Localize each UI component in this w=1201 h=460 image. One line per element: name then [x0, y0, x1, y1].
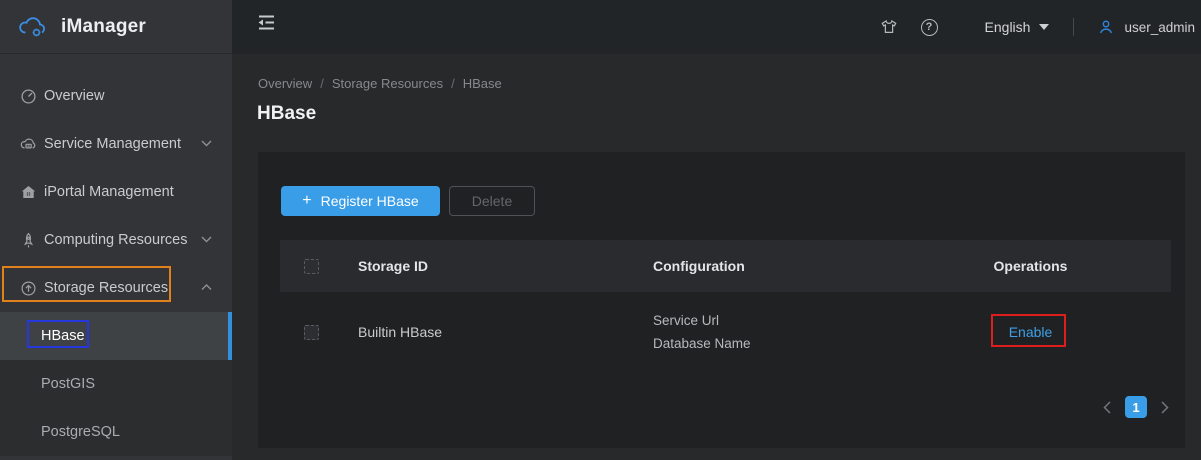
topbar-divider: [1073, 18, 1074, 36]
enable-link[interactable]: Enable: [1009, 324, 1053, 340]
sidebar-item-label: Overview: [44, 88, 104, 104]
imanager-app: iManager Overview S: [0, 0, 1201, 460]
sidebar-subitem-postgresql[interactable]: PostgreSQL: [0, 408, 232, 456]
sidebar-item-iportal-management[interactable]: iPortal Management: [0, 168, 232, 216]
row-checkbox[interactable]: [304, 325, 319, 340]
sidebar-nav: Overview Service Management: [0, 54, 232, 456]
gauge-icon: [20, 88, 37, 105]
header-storage-id: Storage ID: [358, 258, 653, 274]
rocket-icon: [20, 232, 37, 249]
breadcrumb: Overview / Storage Resources / HBase: [258, 76, 502, 91]
breadcrumb-storage-resources[interactable]: Storage Resources: [332, 76, 443, 91]
sidebar-item-computing-resources[interactable]: Computing Resources: [0, 216, 232, 264]
register-hbase-label: Register HBase: [321, 193, 419, 209]
language-selector[interactable]: English: [985, 19, 1050, 35]
chevron-right-icon[interactable]: [1161, 401, 1169, 414]
cloud-server-icon: [20, 136, 37, 153]
sidebar-item-overview[interactable]: Overview: [0, 72, 232, 120]
home-globe-icon: [20, 184, 37, 201]
chevron-left-icon[interactable]: [1103, 401, 1111, 414]
sidebar-subitem-label: PostGIS: [41, 376, 95, 392]
row-checkbox-cell: [280, 325, 358, 340]
help-icon[interactable]: ?: [921, 19, 938, 36]
delete-button[interactable]: Delete: [449, 186, 535, 216]
pagination: 1: [1103, 396, 1169, 418]
sidebar-subitem-label: PostgreSQL: [41, 424, 120, 440]
breadcrumb-separator: /: [320, 76, 324, 91]
sidebar-subitem-postgis[interactable]: PostGIS: [0, 360, 232, 408]
table-row: Builtin HBase Service Url Database Name …: [280, 292, 1171, 372]
configuration-cell: Service Url Database Name: [653, 309, 890, 355]
chevron-down-icon: [201, 140, 212, 147]
config-service-url: Service Url: [653, 309, 890, 332]
header-operations: Operations: [890, 258, 1171, 274]
app-title: iManager: [61, 16, 146, 38]
tshirt-icon[interactable]: [880, 19, 898, 35]
storage-resources-submenu: HBase PostGIS PostgreSQL: [0, 312, 232, 456]
cloud-upload-icon: [20, 280, 37, 297]
user-menu[interactable]: user_admin: [1098, 19, 1195, 35]
username-label: user_admin: [1124, 20, 1195, 35]
sidebar-item-label: Computing Resources: [44, 232, 187, 248]
person-icon: [1098, 19, 1114, 35]
toolbar: + Register HBase Delete: [281, 186, 535, 216]
app-logo: iManager: [0, 0, 232, 54]
sidebar-item-service-management[interactable]: Service Management: [0, 120, 232, 168]
sidebar-item-label: Service Management: [44, 136, 181, 152]
storage-id-cell: Builtin HBase: [358, 324, 653, 340]
operations-cell: Enable: [890, 324, 1171, 340]
content-panel: + Register HBase Delete Storage ID Confi…: [258, 152, 1185, 448]
config-database-name: Database Name: [653, 332, 890, 355]
sidebar: iManager Overview S: [0, 0, 232, 460]
sidebar-subitem-hbase[interactable]: HBase: [0, 312, 232, 360]
sidebar-item-label: iPortal Management: [44, 184, 174, 200]
menu-fold-icon[interactable]: [256, 12, 278, 32]
select-all-checkbox[interactable]: [304, 259, 319, 274]
caret-down-icon: [1039, 24, 1049, 30]
sidebar-item-label: Storage Resources: [44, 280, 168, 296]
page-number-1[interactable]: 1: [1125, 396, 1147, 418]
sidebar-subitem-label: HBase: [41, 328, 85, 344]
breadcrumb-separator: /: [451, 76, 455, 91]
chevron-down-icon: [201, 236, 212, 243]
topbar-right-cluster: ? English user_admin: [880, 0, 1195, 54]
language-label: English: [985, 19, 1031, 35]
header-checkbox-cell: [280, 259, 358, 274]
page-title: HBase: [257, 103, 316, 125]
topbar: ? English user_admin: [232, 0, 1201, 54]
register-hbase-button[interactable]: + Register HBase: [281, 186, 440, 216]
plus-icon: +: [302, 192, 311, 210]
storage-table: Storage ID Configuration Operations Buil…: [280, 240, 1171, 372]
header-configuration: Configuration: [653, 258, 890, 274]
cloud-gear-icon: [17, 14, 49, 40]
breadcrumb-hbase: HBase: [463, 76, 502, 91]
chevron-up-icon: [201, 284, 212, 291]
sidebar-item-storage-resources[interactable]: Storage Resources: [0, 264, 232, 312]
table-header-row: Storage ID Configuration Operations: [280, 240, 1171, 292]
breadcrumb-overview[interactable]: Overview: [258, 76, 312, 91]
